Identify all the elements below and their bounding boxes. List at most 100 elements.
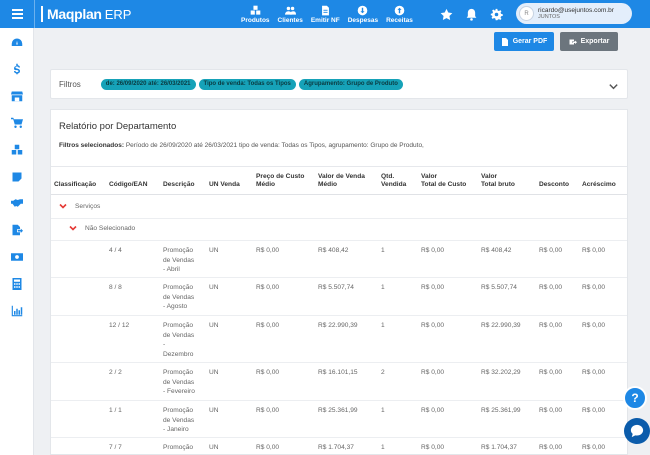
nav-produtos[interactable]: Produtos (237, 0, 274, 28)
cart-icon[interactable] (10, 116, 24, 130)
desconto-cell: R$ 0,00 (539, 369, 563, 376)
dashboard-icon[interactable] (10, 36, 24, 50)
gear-icon[interactable] (490, 8, 503, 21)
export-label: Exportar (580, 38, 610, 45)
codigo-cell: 4 / 4 (109, 247, 122, 254)
column-header-line: Valor de Venda (318, 173, 365, 180)
column-header: Descrição (163, 181, 195, 189)
total-bruto-cell: R$ 25.361,99 (481, 407, 521, 414)
top-actions (440, 0, 503, 28)
group-row-nao-selecionado[interactable]: Não Selecionado (69, 224, 135, 232)
custo-medio-cell: R$ 0,00 (256, 444, 280, 451)
help-button[interactable]: ? (623, 386, 647, 410)
users-icon (284, 6, 296, 15)
nav-clientes[interactable]: Clientes (274, 0, 307, 28)
venda-medio-cell: R$ 16.101,15 (318, 369, 358, 376)
descricao-line: de Vendas (163, 416, 195, 424)
brand-logo[interactable]: Maqplan ERP (34, 0, 131, 28)
column-header-line: Médio (256, 181, 276, 188)
generate-pdf-button[interactable]: Gerar PDF (494, 32, 554, 51)
acrescimo-cell: R$ 0,00 (582, 444, 606, 451)
bell-icon[interactable] (465, 8, 478, 21)
group-row-servicos[interactable]: Serviços (59, 202, 100, 210)
desconto-cell: R$ 0,00 (539, 322, 563, 329)
total-custo-cell: R$ 0,00 (421, 284, 445, 291)
top-nav: Produtos Clientes Emitir NF Despesas Rec… (237, 0, 417, 28)
descricao-cell: Promoção de Vendas - Dezembro (163, 321, 194, 359)
nav-receitas[interactable]: Receitas (382, 0, 417, 28)
avatar: R (519, 6, 534, 21)
export-button[interactable]: Exportar (560, 32, 618, 51)
descricao-line: Promoção (163, 369, 194, 376)
acrescimo-cell: R$ 0,00 (582, 369, 606, 376)
descricao-line: Promoção (163, 444, 194, 451)
un-cell: UN (209, 284, 219, 291)
descricao-line: de Vendas (163, 378, 195, 386)
total-bruto-cell: R$ 5.507,74 (481, 284, 517, 291)
handshake-icon[interactable] (10, 196, 24, 210)
descricao-cell: Promoção de Vendas - Janeiro (163, 406, 194, 435)
acrescimo-cell: R$ 0,00 (582, 284, 606, 291)
filter-chip-period[interactable]: de: 26/09/2020 até: 26/03/2021 (100, 78, 196, 90)
column-header: Acréscimo (582, 181, 616, 189)
filter-chip-grouping[interactable]: Agrupamento: Grupo de Produto (298, 78, 403, 90)
un-cell: UN (209, 322, 219, 329)
codigo-cell: 7 / 7 (109, 444, 122, 451)
total-custo-cell: R$ 0,00 (421, 444, 445, 451)
brand-suffix: ERP (104, 6, 132, 22)
column-header-line: Valor (481, 173, 498, 180)
report-card: Relatório por Departamento Filtros selec… (50, 109, 628, 455)
filter-chip-sale-type[interactable]: Tipo de venda: Todas os Tipos (198, 78, 296, 90)
user-menu[interactable]: R ricardo@usejuntos.com.br JUNTOS (516, 3, 632, 24)
boxes-icon (250, 5, 261, 15)
filters-panel[interactable]: Filtros de: 26/09/2020 até: 26/03/2021 T… (50, 69, 628, 99)
store-icon[interactable] (10, 89, 24, 103)
acrescimo-cell: R$ 0,00 (582, 247, 606, 254)
desconto-cell: R$ 0,00 (539, 444, 563, 451)
total-custo-cell: R$ 0,00 (421, 322, 445, 329)
boxes-icon[interactable] (10, 143, 24, 157)
descricao-line: - Agosto (163, 303, 188, 310)
question-icon: ? (631, 391, 639, 405)
descricao-line: de Vendas (163, 256, 195, 264)
un-cell: UN (209, 444, 219, 451)
qtd-cell: 1 (381, 407, 385, 414)
divider (51, 166, 627, 167)
money-bill-icon[interactable] (10, 250, 24, 264)
descricao-line: Promoção (163, 284, 194, 291)
column-header: Código/EAN (109, 181, 147, 189)
column-header-line: Médio (318, 181, 338, 188)
divider (51, 315, 627, 316)
nav-despesas[interactable]: Despesas (344, 0, 382, 28)
selected-filters-text: Período de 26/09/2020 até 26/03/2021 tip… (125, 142, 424, 149)
venda-medio-cell: R$ 22.990,39 (318, 322, 358, 329)
nav-emitir-nf[interactable]: Emitir NF (307, 0, 344, 28)
total-bruto-cell: R$ 1.704,37 (481, 444, 517, 451)
descricao-line: Promoção (163, 247, 194, 254)
qtd-cell: 2 (381, 369, 385, 376)
descricao-line: - Fevereiro (163, 388, 195, 395)
column-header-line: Classificação (54, 181, 97, 188)
user-email: ricardo@usejuntos.com.br (538, 6, 614, 14)
column-header-line: UN Venda (209, 181, 240, 188)
divider (51, 277, 627, 278)
descricao-line: Promoção (163, 407, 194, 414)
file-invoice-icon (321, 5, 329, 15)
sidebar (0, 28, 34, 455)
file-export-icon[interactable] (10, 223, 24, 237)
chart-bar-icon[interactable] (10, 304, 24, 318)
star-icon[interactable] (440, 8, 453, 21)
sticky-note-icon[interactable] (10, 170, 24, 184)
chevron-down-icon[interactable] (608, 79, 619, 97)
dollar-icon[interactable] (10, 62, 24, 76)
descricao-cell: Promoção de Vendas - Abril (163, 246, 194, 275)
divider (51, 194, 627, 195)
total-custo-cell: R$ 0,00 (421, 247, 445, 254)
chat-button[interactable] (624, 418, 650, 444)
divider (51, 362, 627, 363)
custo-medio-cell: R$ 0,00 (256, 322, 280, 329)
menu-toggle-icon[interactable] (0, 0, 34, 28)
column-header-line: Total bruto (481, 181, 515, 188)
calculator-icon[interactable] (10, 277, 24, 291)
column-header-line: Valor (421, 173, 438, 180)
